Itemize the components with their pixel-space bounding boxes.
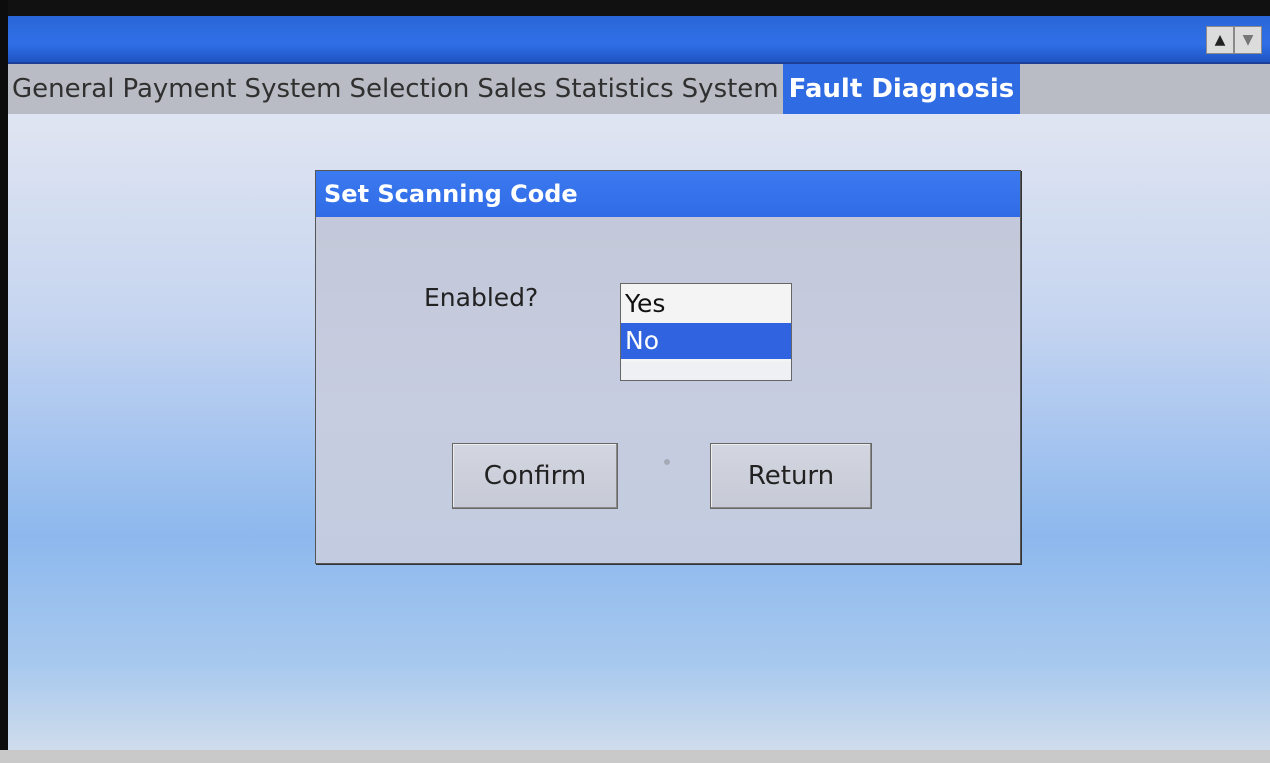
tab-general[interactable]: General [8,64,118,114]
return-button[interactable]: Return [710,443,872,509]
triangle-down-icon[interactable]: ▼ [1234,26,1262,54]
screen-bezel-left [0,0,8,763]
set-scanning-code-dialog: Set Scanning Code Enabled? Yes No Confir… [315,170,1021,564]
option-no[interactable]: No [621,323,791,359]
tab-sales-statistics[interactable]: Sales Statistics [473,64,677,114]
screen-bezel-bottom [0,750,1270,763]
tab-system[interactable]: System [678,64,783,114]
confirm-button[interactable]: Confirm [452,443,618,509]
listbox-empty-area [621,362,791,380]
divider-dot [664,459,670,465]
screen-bezel-top [0,0,1270,16]
tab-selection[interactable]: Selection [346,64,474,114]
enabled-label: Enabled? [424,283,539,312]
tab-fault-diagnosis[interactable]: Fault Diagnosis [782,64,1021,114]
option-yes[interactable]: Yes [621,286,791,322]
screen: ▲ ▼ General Payment System Selection Sal… [8,16,1270,750]
triangle-up-icon[interactable]: ▲ [1206,26,1234,54]
title-bar: ▲ ▼ [8,16,1270,64]
dialog-title: Set Scanning Code [316,171,1020,217]
enabled-listbox[interactable]: Yes No [620,283,792,381]
tab-payment-system[interactable]: Payment System [118,64,345,114]
tab-bar: General Payment System Selection Sales S… [8,64,1270,114]
